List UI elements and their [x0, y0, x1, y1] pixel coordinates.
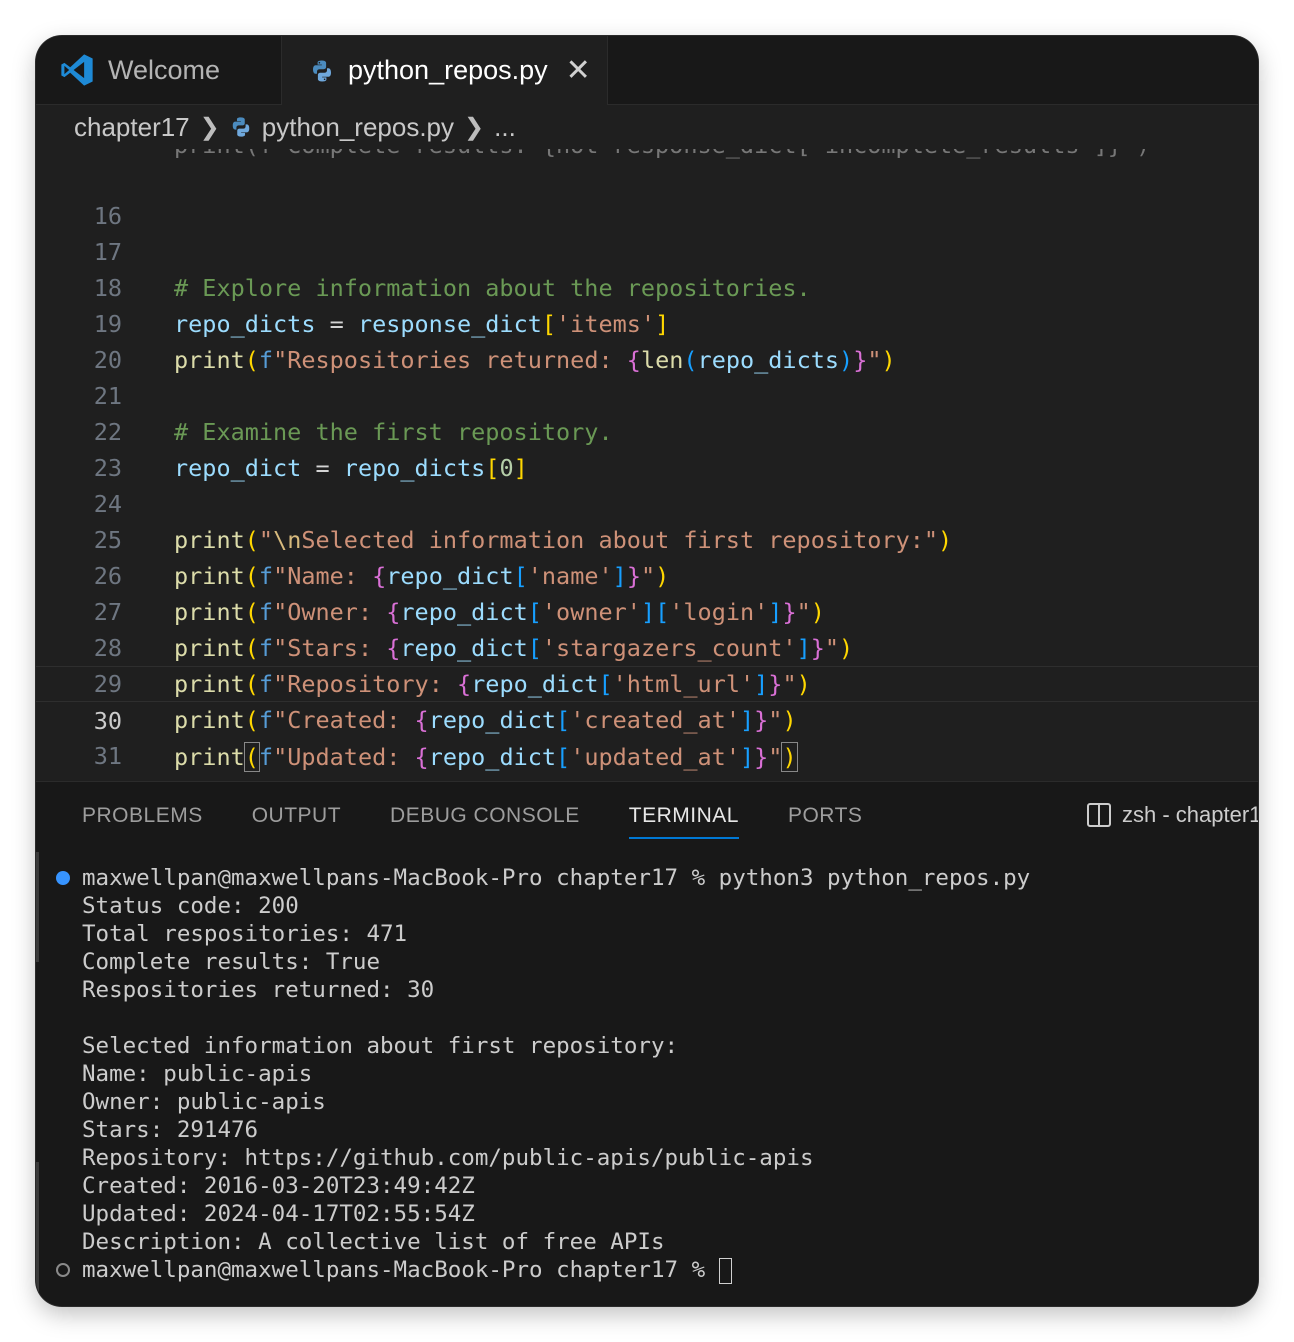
code-line: 19 print(f"Respositories returned: {len(… — [36, 270, 1258, 374]
code-line: 32 — [36, 738, 1258, 781]
breadcrumb: chapter17 ❯ python_repos.py ❯ ... — [36, 105, 1258, 149]
code-line: 31 print(f"Description: {repo_dict['desc… — [36, 702, 1258, 781]
tab-bar: Welcome python_repos.py ✕ — [36, 36, 1258, 105]
code-line: 22 repo_dict = repo_dicts[0] — [36, 378, 1258, 482]
terminal-line: Respositories returned: 30 — [82, 977, 435, 1003]
tab-python-repos[interactable]: python_repos.py ✕ — [282, 36, 608, 105]
breadcrumb-folder[interactable]: chapter17 — [74, 112, 190, 143]
terminal-prompt: maxwellpan@maxwellpans-MacBook-Pro chapt… — [82, 1257, 719, 1283]
vscode-logo-icon — [60, 53, 94, 87]
code-line: 20 — [36, 306, 1258, 374]
tab-welcome-label: Welcome — [108, 54, 221, 85]
chevron-right-icon: ❯ — [464, 113, 485, 141]
tab-python-repos-label: python_repos.py — [348, 55, 548, 85]
tab-ports[interactable]: PORTS — [788, 804, 862, 839]
code-line-current: 30 print(f"Updated: {repo_dict['updated_… — [36, 666, 1258, 772]
terminal-line: Updated: 2024-04-17T02:55:54Z — [82, 1201, 475, 1227]
vscode-window: Welcome python_repos.py ✕ ⋮ chapter17 ❯ … — [36, 36, 1258, 1306]
terminal-line: Repository: https://github.com/public-ap… — [82, 1145, 814, 1171]
terminal-line: Stars: 291476 — [82, 1117, 259, 1143]
close-icon[interactable]: ✕ — [566, 53, 591, 88]
code-line: 29 print(f"Created: {repo_dict['created_… — [36, 630, 1258, 734]
python-file-icon — [310, 59, 334, 83]
panel-tabs: PROBLEMS OUTPUT DEBUG CONSOLE TERMINAL P… — [82, 804, 911, 839]
terminal-prompt-line: maxwellpan@maxwellpans-MacBook-Pro chapt… — [82, 1256, 732, 1284]
code-line: 28 print(f"Repository: {repo_dict['html_… — [36, 594, 1258, 698]
code-line: 18 repo_dicts = response_dict['items'] — [36, 234, 1258, 338]
tab-output[interactable]: OUTPUT — [252, 804, 341, 839]
terminal-selector[interactable]: zsh - chapter17 — [1086, 802, 1258, 828]
terminal-line: maxwellpan@maxwellpans-MacBook-Pro chapt… — [82, 865, 1031, 891]
terminal-gutter — [36, 1162, 39, 1302]
line-number: 32 — [36, 774, 122, 781]
tab-terminal[interactable]: TERMINAL — [628, 804, 739, 839]
code-line: 17 # Explore information about the repos… — [36, 198, 1258, 302]
terminal-name: zsh - chapter17 — [1122, 802, 1258, 827]
code-line: 16 — [36, 162, 1258, 230]
python-file-icon — [230, 116, 252, 138]
code-editor[interactable]: print(f"Complete results: {not response_… — [36, 149, 1258, 781]
breadcrumb-file[interactable]: python_repos.py — [262, 112, 454, 143]
split-terminal-icon[interactable] — [1086, 802, 1112, 828]
code-line: 21 # Examine the first repository. — [36, 342, 1258, 446]
command-success-icon[interactable] — [56, 871, 70, 885]
tab-debug-console[interactable]: DEBUG CONSOLE — [390, 804, 580, 839]
code-line: 24 print("\nSelected information about f… — [36, 450, 1258, 554]
bottom-panel: PROBLEMS OUTPUT DEBUG CONSOLE TERMINAL P… — [36, 781, 1258, 1306]
code-line: 25 print(f"Name: {repo_dict['name']}") — [36, 486, 1258, 590]
terminal-line: Description: A collective list of free A… — [82, 1229, 665, 1255]
terminal-gutter — [36, 852, 39, 962]
terminal-line: Status code: 200 — [82, 893, 299, 919]
terminal-line: Complete results: True — [82, 949, 381, 975]
terminal-line: Total respositories: 471 — [82, 921, 408, 947]
terminal-line: Selected information about first reposit… — [82, 1033, 679, 1059]
terminal-cursor[interactable] — [718, 1257, 732, 1284]
code-line: 23 — [36, 414, 1258, 482]
terminal-line: Name: public-apis — [82, 1061, 313, 1087]
tab-welcome[interactable]: Welcome — [36, 36, 282, 104]
terminal-line: Owner: public-apis — [82, 1089, 326, 1115]
code-line: 26 print(f"Owner: {repo_dict['owner']['l… — [36, 522, 1258, 626]
code-line-partial: print(f"Complete results: {not response_… — [174, 149, 1150, 159]
breadcrumb-more[interactable]: ... — [494, 112, 516, 143]
terminal-line: Created: 2016-03-20T23:49:42Z — [82, 1173, 475, 1199]
tab-problems[interactable]: PROBLEMS — [82, 804, 203, 839]
command-pending-icon[interactable] — [56, 1263, 70, 1277]
code-line: 27 print(f"Stars: {repo_dict['stargazers… — [36, 558, 1258, 662]
chevron-right-icon: ❯ — [199, 113, 220, 141]
